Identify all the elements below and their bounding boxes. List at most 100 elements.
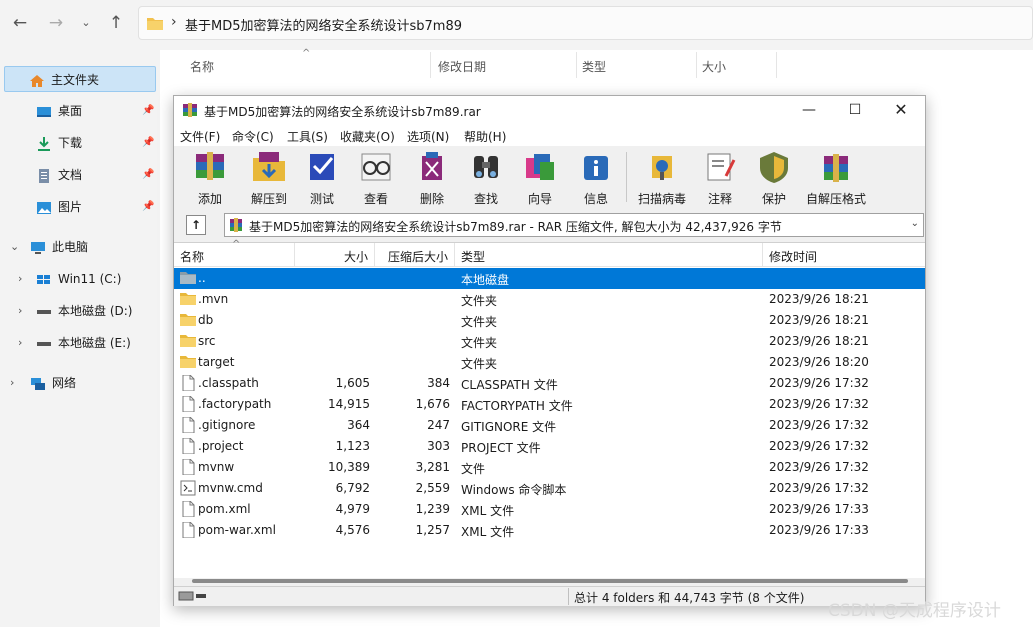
table-row[interactable]: target 文件夹 2023/9/26 18:20 [174, 352, 925, 373]
file-icon [180, 416, 196, 436]
pin-icon[interactable]: 📌 [142, 137, 154, 148]
menu-favorites[interactable]: 收藏夹(O) [340, 128, 395, 145]
protect-button[interactable]: 保护 [754, 150, 794, 206]
column-divider[interactable] [374, 243, 375, 267]
find-button[interactable]: 查找 [466, 150, 506, 206]
expand-chevron-icon[interactable]: › [18, 304, 22, 317]
table-row[interactable]: mvnw.cmd 6,792 2,559 Windows 命令脚本 2023/9/26 … [174, 478, 925, 499]
up-arrow-icon[interactable]: ↑ [106, 12, 126, 34]
network-icon [31, 377, 45, 390]
menu-file[interactable]: 文件(F) [180, 128, 220, 145]
table-row[interactable]: .factorypath 14,915 1,676 FACTORYPATH 文件 202… [174, 394, 925, 415]
close-icon[interactable]: ✕ [878, 96, 924, 124]
table-row[interactable]: mvnw 10,389 3,281 文件 2023/9/26 17:32 [174, 457, 925, 478]
menu-command[interactable]: 命令(C) [232, 128, 274, 145]
column-divider[interactable] [454, 243, 455, 267]
test-button[interactable]: 测试 [302, 150, 342, 206]
comment-button[interactable]: 注释 [700, 150, 740, 206]
add-label: 添加 [197, 192, 222, 206]
delete-button[interactable]: 删除 [412, 150, 452, 206]
address-path[interactable]: 基于MD5加密算法的网络安全系统设计sb7m89 [185, 15, 462, 34]
view-button[interactable]: 查看 [356, 150, 396, 206]
horizontal-scrollbar[interactable] [174, 578, 925, 586]
table-row[interactable]: pom.xml 4,979 1,239 XML 文件 2023/9/26 17:33 [174, 499, 925, 520]
column-header-size[interactable]: 大小 [702, 58, 726, 75]
menu-tools[interactable]: 工具(S) [287, 128, 328, 145]
table-row[interactable]: .mvn 文件夹 2023/9/26 18:21 [174, 289, 925, 310]
nav-item-downloads[interactable]: 下载 [36, 130, 82, 156]
title-bar[interactable]: 基于MD5加密算法的网络安全系统设计sb7m89.rar — ☐ ✕ [174, 96, 925, 124]
back-arrow-icon[interactable]: ← [10, 12, 30, 34]
find-label: 查找 [473, 192, 498, 206]
cell-modified: 2023/9/26 17:32 [769, 376, 869, 390]
cell-name: .factorypath [198, 397, 272, 411]
chevron-down-icon[interactable]: ⌄ [911, 218, 919, 229]
scrollbar-thumb[interactable] [192, 579, 908, 583]
shield-icon [760, 152, 788, 183]
expand-chevron-icon[interactable]: › [10, 376, 14, 389]
column-divider[interactable] [430, 52, 431, 78]
maximize-icon[interactable]: ☐ [832, 96, 878, 124]
pin-icon[interactable]: 📌 [142, 169, 154, 180]
column-divider[interactable] [776, 52, 777, 78]
column-divider[interactable] [576, 52, 577, 78]
table-row[interactable]: .. 本地磁盘 [174, 268, 925, 289]
column-header-modified[interactable]: 修改日期 [438, 58, 486, 75]
nav-item-this-pc[interactable]: 此电脑 [30, 234, 88, 260]
nav-item-drive-d[interactable]: 本地磁盘 (D:) [36, 298, 132, 324]
extract-to-button[interactable]: 解压到 [244, 150, 294, 206]
column-header-packed[interactable]: 压缩后大小 [388, 248, 448, 265]
up-one-level-icon[interactable]: ↑ [186, 215, 206, 235]
table-row[interactable]: pom-war.xml 4,576 1,257 XML 文件 2023/9/26 17:… [174, 520, 925, 541]
pin-icon[interactable]: 📌 [142, 201, 154, 212]
column-divider[interactable] [696, 52, 697, 78]
nav-item-pictures[interactable]: 图片 [36, 194, 82, 220]
column-header-modified[interactable]: 修改时间 [769, 248, 817, 265]
collapse-chevron-icon[interactable]: ⌄ [10, 240, 19, 253]
breadcrumb-separator-icon: › [171, 14, 177, 30]
scan-virus-button[interactable]: 扫描病毒 [636, 150, 688, 206]
nav-item-desktop[interactable]: 桌面 [36, 98, 82, 124]
nav-item-drive-e[interactable]: 本地磁盘 (E:) [36, 330, 131, 356]
table-row[interactable]: .project 1,123 303 PROJECT 文件 2023/9/26 17:3… [174, 436, 925, 457]
add-button[interactable]: 添加 [188, 150, 232, 206]
forward-arrow-icon[interactable]: → [46, 12, 66, 34]
status-divider [568, 588, 569, 605]
protect-label: 保护 [761, 192, 786, 206]
menu-help[interactable]: 帮助(H) [464, 128, 506, 145]
recent-chevron-icon[interactable]: ⌄ [76, 12, 96, 34]
nav-item-documents[interactable]: 文档 [36, 162, 82, 188]
column-header-type[interactable]: 类型 [582, 58, 606, 75]
address-bar[interactable]: › 基于MD5加密算法的网络安全系统设计sb7m89 [138, 6, 1033, 40]
expand-chevron-icon[interactable]: › [18, 336, 22, 349]
column-header-name[interactable]: 名称 [190, 58, 214, 75]
nav-label: 下载 [58, 136, 83, 150]
archive-path-combobox[interactable]: 基于MD5加密算法的网络安全系统设计sb7m89.rar - RAR 压缩文件,… [224, 213, 924, 237]
nav-item-drive-c[interactable]: Win11 (C:) [36, 266, 121, 292]
cell-modified: 2023/9/26 17:33 [769, 523, 869, 537]
table-row[interactable]: .classpath 1,605 384 CLASSPATH 文件 2023/9/26 … [174, 373, 925, 394]
expand-chevron-icon[interactable]: › [18, 272, 22, 285]
info-button[interactable]: 信息 [576, 150, 616, 206]
cell-type: PROJECT 文件 [461, 441, 541, 455]
table-row[interactable]: src 文件夹 2023/9/26 18:21 [174, 331, 925, 352]
minimize-icon[interactable]: — [786, 96, 832, 124]
menu-options[interactable]: 选项(N) [407, 128, 449, 145]
nav-item-network[interactable]: 网络 [30, 370, 76, 396]
column-divider[interactable] [294, 243, 295, 267]
sfx-button[interactable]: 自解压格式 [804, 150, 868, 206]
self-extracting-icon [824, 154, 848, 182]
table-row[interactable]: db 文件夹 2023/9/26 18:21 [174, 310, 925, 331]
wizard-button[interactable]: 向导 [520, 150, 560, 206]
drive-status-icon[interactable] [178, 590, 208, 602]
column-header-size[interactable]: 大小 [344, 248, 368, 265]
folder-icon [180, 291, 196, 308]
column-header-type[interactable]: 类型 [461, 248, 485, 265]
column-divider[interactable] [762, 243, 763, 267]
table-row[interactable]: .gitignore 364 247 GITIGNORE 文件 2023/9/26 17… [174, 415, 925, 436]
pin-icon[interactable]: 📌 [142, 105, 154, 116]
cell-modified: 2023/9/26 18:20 [769, 355, 869, 369]
path-bar: ↑ 基于MD5加密算法的网络安全系统设计sb7m89.rar - RAR 压缩文… [174, 210, 925, 240]
column-header-name[interactable]: 名称 [180, 248, 204, 265]
nav-item-home[interactable]: 主文件夹 [4, 66, 156, 92]
